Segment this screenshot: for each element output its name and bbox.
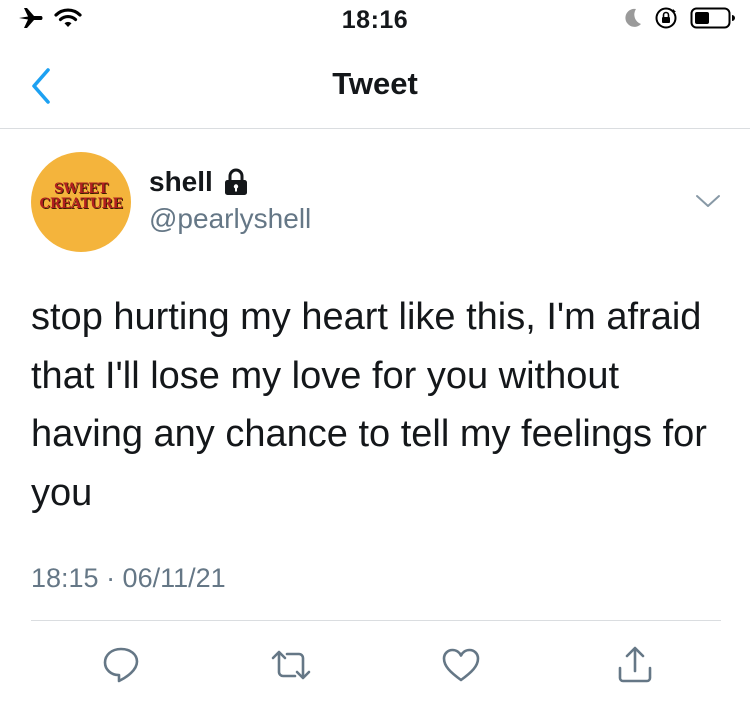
author-name-row: shell [149, 166, 249, 198]
retweet-icon [271, 650, 311, 680]
share-button[interactable] [610, 640, 660, 690]
lock-icon [224, 168, 247, 195]
battery-icon [690, 7, 735, 29]
avatar-text-line-1: SWEET [53, 181, 109, 197]
tweet-timestamp: 18:15 · 06/11/21 [31, 563, 226, 593]
tweet-text: stop hurting my heart like this, I'm afr… [31, 296, 707, 514]
avatar-logo-text: SWEET CREATURE [31, 182, 131, 212]
author-display-name[interactable]: shell [149, 166, 213, 198]
like-button[interactable] [436, 640, 486, 690]
page-title: Tweet [332, 66, 418, 101]
chevron-down-icon [696, 195, 720, 207]
retweet-button[interactable] [266, 640, 316, 690]
moon-icon [625, 8, 641, 27]
tweet-actions [0, 640, 750, 690]
nav-bar: Tweet [0, 42, 750, 129]
divider [31, 620, 721, 621]
avatar-text-line-2: CREATURE [39, 196, 123, 212]
reply-icon [103, 647, 139, 683]
status-bar: 18:16 [0, 0, 750, 42]
status-right [622, 6, 736, 30]
share-icon [618, 646, 652, 683]
author-handle[interactable]: @pearlyshell [149, 203, 311, 235]
reply-button[interactable] [96, 640, 146, 690]
avatar[interactable]: SWEET CREATURE [31, 152, 131, 252]
orientation-lock-icon [655, 7, 677, 29]
like-icon [442, 648, 480, 682]
more-options-button[interactable] [694, 190, 722, 212]
